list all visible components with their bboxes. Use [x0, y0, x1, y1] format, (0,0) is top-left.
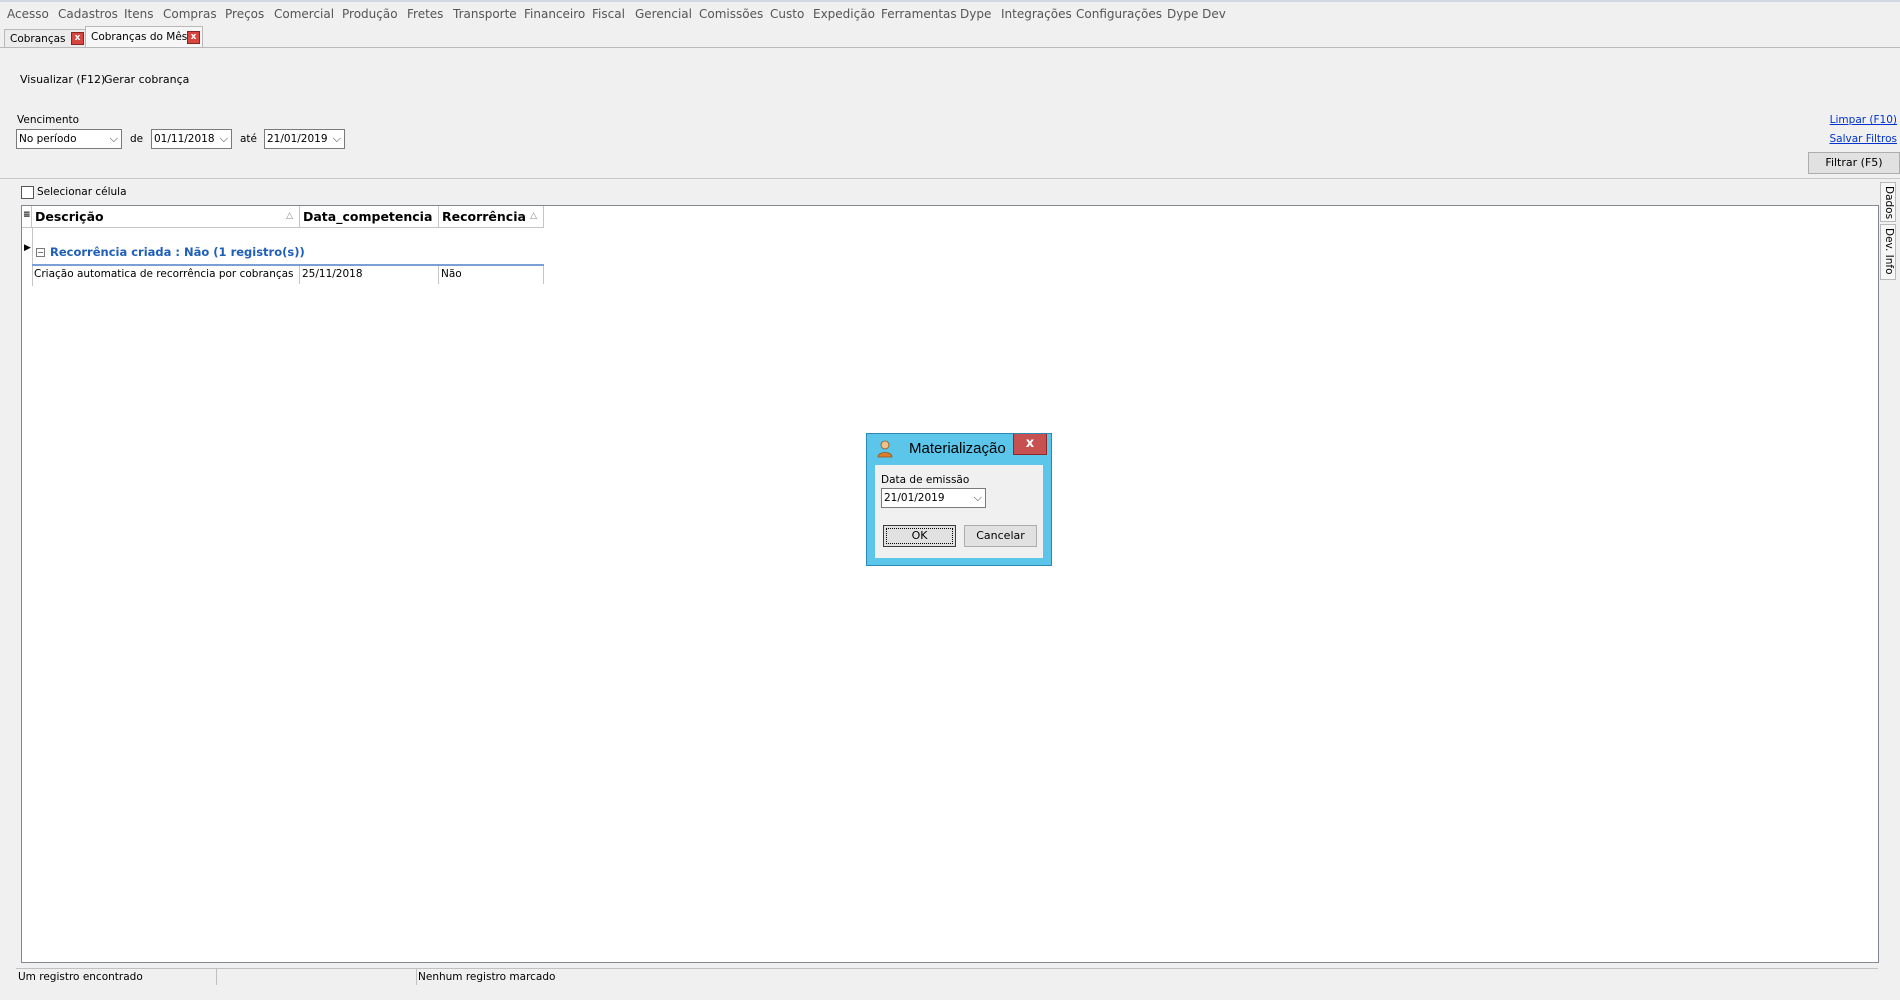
group-row[interactable]: − Recorrência criada : Não (1 registro(s… — [32, 228, 544, 266]
dialog-close-button[interactable]: x — [1013, 434, 1047, 455]
menu-transporte[interactable]: Transporte — [453, 7, 517, 21]
period-select[interactable]: No período ⌵ — [16, 129, 122, 149]
de-label: de — [130, 133, 144, 145]
dialog-title: Materialização — [909, 440, 1006, 457]
vencimento-label: Vencimento — [17, 114, 80, 126]
gerar-cobranca-button[interactable]: Gerar cobrança — [104, 73, 189, 86]
group-row-label: Recorrência criada : Não (1 registro(s)) — [50, 245, 305, 259]
cell-descricao[interactable]: Criação automatica de recorrência por co… — [32, 266, 300, 284]
tab-cobrancas-do-mes-label: Cobranças do Mês — [91, 31, 188, 43]
visualizar-button[interactable]: Visualizar (F12) — [20, 73, 105, 86]
minus-box-icon[interactable]: − — [36, 248, 45, 257]
menu-comercial[interactable]: Comercial — [274, 7, 334, 21]
menu-fiscal[interactable]: Fiscal — [592, 7, 625, 21]
close-icon[interactable]: x — [187, 31, 200, 44]
status-records-marked: Nenhum registro marcado — [418, 971, 556, 983]
menu-compras[interactable]: Compras — [163, 7, 217, 21]
date-from-value: 01/11/2018 — [154, 133, 215, 145]
column-header-recorrencia[interactable]: Recorrência △ — [439, 206, 544, 228]
menu-itens[interactable]: Itens — [124, 7, 153, 21]
data-emissao-label: Data de emissão — [881, 474, 970, 486]
user-icon — [877, 440, 893, 458]
column-header-data-competencia[interactable]: Data_competencia — [300, 206, 439, 228]
date-from-picker[interactable]: 01/11/2018 ⌵ — [151, 129, 232, 149]
data-emissao-picker[interactable]: 21/01/2019 ⌵ — [881, 488, 986, 508]
menu-bar: Acesso Cadastros Itens Compras Preços Co… — [0, 2, 1900, 26]
chevron-down-icon: ⌵ — [973, 491, 982, 504]
date-to-value: 21/01/2019 — [267, 133, 328, 145]
tab-cobrancas-label: Cobranças — [10, 33, 66, 45]
row-pointer-icon: ▶ — [24, 243, 31, 253]
cancel-button[interactable]: Cancelar — [964, 525, 1037, 547]
menu-gerencial[interactable]: Gerencial — [635, 7, 692, 21]
ate-label: até — [240, 133, 258, 145]
side-tab-dev-info[interactable]: Dev. Info — [1880, 224, 1896, 280]
limpar-link[interactable]: Limpar (F10) — [1830, 114, 1897, 126]
tab-cobrancas-do-mes[interactable]: Cobranças do Mês x — [85, 26, 203, 48]
column-chooser-icon[interactable]: ≡ — [22, 206, 32, 228]
filter-separator — [0, 178, 1900, 179]
chevron-down-icon: ⌵ — [219, 132, 228, 145]
menu-precos[interactable]: Preços — [225, 7, 264, 21]
status-bar: Um registro encontrado Nenhum registro m… — [16, 968, 1878, 985]
menu-fretes[interactable]: Fretes — [407, 7, 443, 21]
period-select-value: No período — [19, 133, 77, 145]
results-grid: ≡ Descrição △ Data_competencia Recorrênc… — [21, 205, 1879, 963]
menu-ferramentas[interactable]: Ferramentas — [881, 7, 957, 21]
menu-producao[interactable]: Produção — [342, 7, 398, 21]
chevron-down-icon: ⌵ — [109, 132, 118, 145]
menu-financeiro[interactable]: Financeiro — [524, 7, 585, 21]
dialog-body: Data de emissão 21/01/2019 ⌵ OK Cancelar — [875, 465, 1043, 558]
sort-triangle-icon: △ — [530, 211, 537, 221]
data-emissao-value: 21/01/2019 — [884, 492, 945, 504]
menu-integracoes[interactable]: Integrações — [1001, 7, 1072, 21]
select-cell-label: Selecionar célula — [37, 186, 127, 198]
ok-button[interactable]: OK — [883, 525, 956, 547]
close-icon[interactable]: x — [71, 32, 84, 45]
menu-acesso[interactable]: Acesso — [7, 7, 49, 21]
sort-triangle-icon: △ — [286, 211, 293, 221]
cell-recorrencia[interactable]: Não — [439, 266, 544, 284]
column-header-descricao[interactable]: Descrição △ — [32, 206, 300, 228]
menu-cadastros[interactable]: Cadastros — [58, 7, 118, 21]
menu-expedicao[interactable]: Expedição — [813, 7, 875, 21]
filtrar-button[interactable]: Filtrar (F5) — [1808, 152, 1900, 174]
cell-data-competencia[interactable]: 25/11/2018 — [300, 266, 439, 284]
chevron-down-icon: ⌵ — [332, 132, 341, 145]
tab-cobrancas[interactable]: Cobranças x — [4, 29, 87, 47]
status-middle — [216, 969, 417, 985]
menu-dype[interactable]: Dype — [960, 7, 991, 21]
date-to-picker[interactable]: 21/01/2019 ⌵ — [264, 129, 345, 149]
materializacao-dialog: Materialização x Data de emissão 21/01/2… — [866, 433, 1052, 566]
salvar-filtros-link[interactable]: Salvar Filtros — [1829, 133, 1897, 145]
menu-custo[interactable]: Custo — [770, 7, 804, 21]
side-tab-dados[interactable]: Dados — [1880, 182, 1896, 222]
menu-comissoes[interactable]: Comissões — [699, 7, 763, 21]
select-cell-checkbox[interactable] — [21, 186, 34, 199]
status-records-found: Um registro encontrado — [16, 969, 217, 985]
tab-divider — [0, 47, 1900, 48]
menu-dype-dev[interactable]: Dype Dev — [1167, 7, 1226, 21]
menu-configuracoes[interactable]: Configurações — [1076, 7, 1162, 21]
